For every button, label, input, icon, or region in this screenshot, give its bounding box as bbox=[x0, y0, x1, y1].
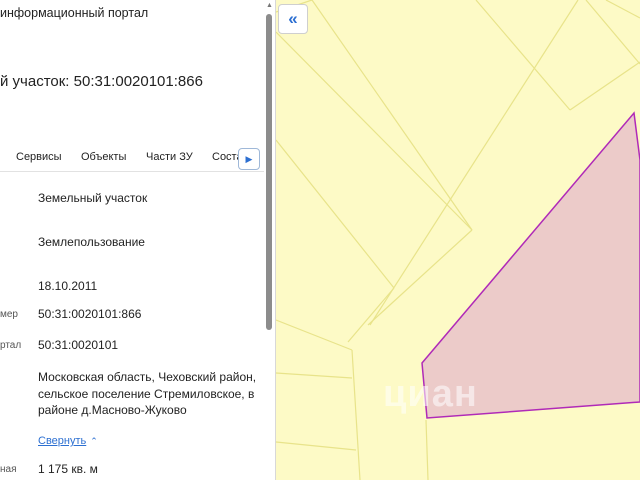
parcel-line bbox=[276, 31, 473, 231]
area-label: ная bbox=[0, 464, 17, 475]
category-value: Землепользование bbox=[38, 235, 145, 249]
parcel-line bbox=[276, 319, 353, 351]
info-panel: информационный портал й участок: 50:31:0… bbox=[0, 0, 276, 480]
parcel-line bbox=[311, 0, 473, 231]
tab-objects[interactable]: Объекты bbox=[81, 151, 126, 163]
collapse-label: Свернуть bbox=[38, 435, 87, 447]
parcel-line bbox=[569, 61, 640, 111]
parcel-line bbox=[585, 0, 640, 65]
parcel-line bbox=[351, 349, 361, 480]
tab-scroll-button[interactable]: ▶ bbox=[238, 148, 260, 170]
cadastral-quarter-value: 50:31:0020101 bbox=[38, 338, 119, 352]
tab-parts[interactable]: Части ЗУ bbox=[146, 151, 193, 163]
parcel-title: й участок: 50:31:0020101:866 bbox=[0, 73, 203, 90]
collapse-panel-button[interactable]: « bbox=[278, 4, 308, 34]
watermark-logo: циан bbox=[383, 373, 478, 415]
panel-scrollbar[interactable] bbox=[266, 14, 272, 330]
portal-title: информационный портал bbox=[0, 6, 149, 20]
parcel-line bbox=[276, 139, 395, 289]
address-value: Московская область, Чеховский район, сел… bbox=[38, 370, 257, 417]
double-chevron-left-icon: « bbox=[288, 9, 298, 28]
parcel-line bbox=[367, 229, 473, 326]
chevron-up-icon: ⌃ bbox=[90, 436, 98, 446]
parcel-line bbox=[347, 287, 395, 343]
area-value: 1 175 кв. м bbox=[38, 462, 98, 476]
chevron-right-icon: ▶ bbox=[245, 153, 253, 164]
parcel-line bbox=[605, 0, 640, 19]
date-value: 18.10.2011 bbox=[38, 279, 98, 293]
parcel-line bbox=[276, 372, 353, 379]
tab-bar: Сервисы Объекты Части ЗУ Соста bbox=[0, 146, 264, 172]
cadastral-quarter-label: ртал bbox=[0, 340, 22, 351]
scroll-up-icon[interactable]: ▲ bbox=[266, 2, 273, 10]
tab-services[interactable]: Сервисы bbox=[16, 151, 62, 163]
cadastral-number-label: мер bbox=[0, 309, 18, 320]
parcel-line bbox=[475, 0, 571, 111]
cadastral-number-value: 50:31:0020101:866 bbox=[38, 307, 142, 321]
parcel-line bbox=[425, 419, 429, 480]
type-value: Земельный участок bbox=[38, 191, 148, 205]
collapse-link[interactable]: Свернуть ⌃ bbox=[38, 435, 98, 447]
parcel-line bbox=[276, 441, 357, 451]
